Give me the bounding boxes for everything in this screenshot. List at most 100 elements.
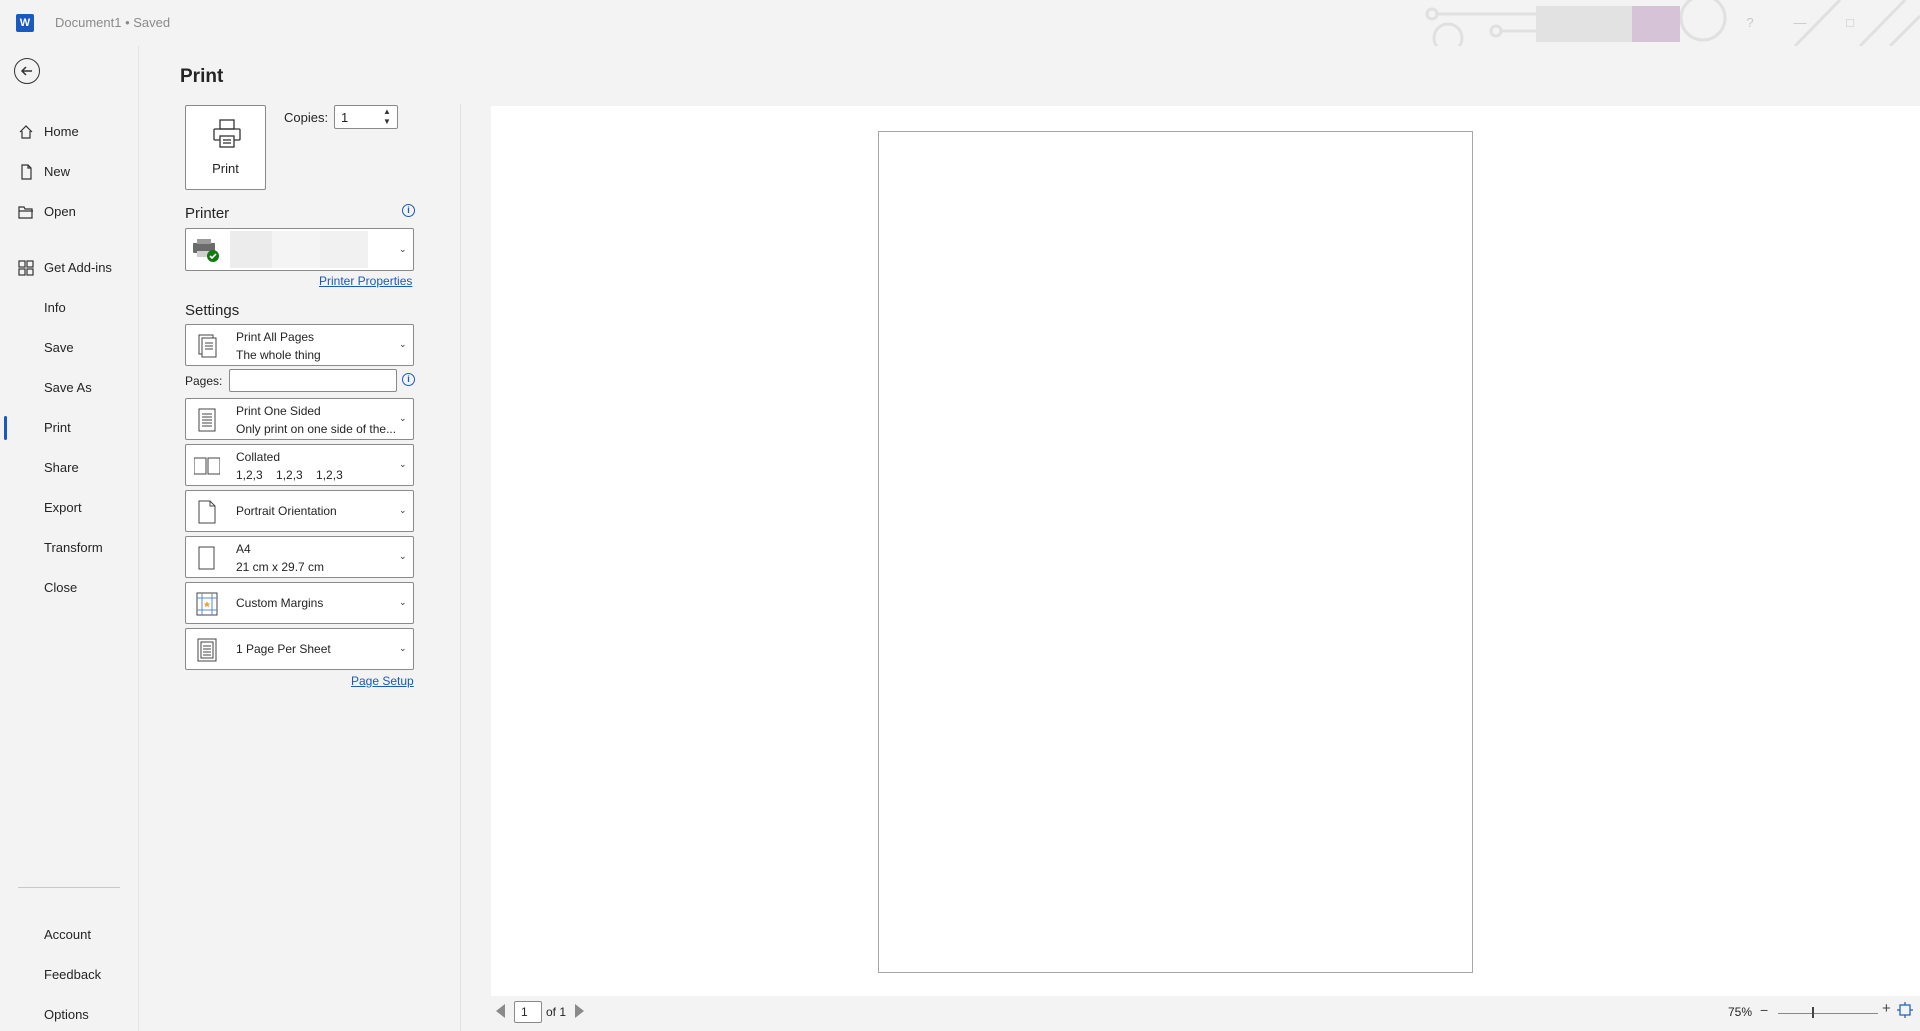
setting-title: Print All Pages	[236, 330, 315, 344]
nav-item-new[interactable]: New	[0, 152, 139, 192]
printer-name-placeholder	[272, 231, 320, 268]
copies-stepper[interactable]: 1 ▲ ▼	[334, 105, 398, 129]
nav-label: Home	[44, 124, 79, 139]
nav-label: Open	[44, 204, 76, 219]
setting-title: 1 Page Per Sheet	[236, 642, 331, 656]
sides-dropdown[interactable]: Print One Sided Only print on one side o…	[185, 398, 414, 440]
paper-size-dropdown[interactable]: A4 21 cm x 29.7 cm ⌄	[185, 536, 414, 578]
nav-item-open[interactable]: Open	[0, 192, 139, 232]
nav-label: Options	[44, 1007, 89, 1022]
chevron-down-icon[interactable]: ▼	[383, 117, 393, 127]
printer-icon	[213, 119, 241, 148]
setting-title: A4	[236, 542, 251, 556]
account-placeholder	[1536, 6, 1632, 42]
nav-label: Feedback	[44, 967, 102, 982]
settings-section-title: Settings	[185, 302, 240, 319]
nav-label: Share	[44, 460, 79, 475]
page-number-input[interactable]: 1	[514, 1001, 542, 1023]
orientation-dropdown[interactable]: Portrait Orientation ⌄	[185, 490, 414, 532]
chevron-down-icon: ⌄	[399, 505, 407, 515]
pages-per-sheet-dropdown[interactable]: 1 Page Per Sheet ⌄	[185, 628, 414, 670]
nav-label: Info	[44, 300, 66, 315]
avatar[interactable]	[1632, 6, 1680, 42]
printer-dropdown[interactable]: ⌄	[185, 228, 414, 271]
one-sided-icon	[198, 408, 216, 432]
nav-item-transform[interactable]: Transform	[0, 528, 139, 568]
info-icon[interactable]: i	[402, 204, 415, 217]
document-title: Document1 • Saved	[55, 15, 171, 30]
nav-label: Get Add-ins	[44, 260, 112, 275]
setting-subtitle: The whole thing	[236, 348, 321, 362]
zoom-level[interactable]: 75%	[1728, 1005, 1752, 1019]
folder-open-icon	[18, 206, 33, 219]
printer-ready-icon	[193, 239, 219, 262]
zoom-out-button[interactable]: −	[1760, 1002, 1768, 1018]
backstage-nav: Home New Open Get Add-ins Info Save Save…	[0, 46, 139, 1031]
chevron-down-icon: ⌄	[399, 551, 407, 561]
chevron-down-icon: ⌄	[399, 243, 407, 254]
printer-name-placeholder	[230, 231, 272, 268]
collated-icon	[194, 457, 220, 475]
nav-item-close[interactable]: Close	[0, 568, 139, 608]
nav-label: Transform	[44, 540, 103, 555]
printer-section-title: Printer	[185, 205, 230, 222]
zoom-to-page-icon[interactable]	[1897, 1002, 1913, 1018]
document-pages-icon	[198, 334, 217, 358]
zoom-in-button[interactable]: +	[1882, 1000, 1891, 1017]
page-setup-link[interactable]: Page Setup	[351, 674, 414, 688]
setting-subtitle: 1,2,3 1,2,3 1,2,3	[236, 468, 343, 482]
print-button[interactable]: Print	[185, 105, 266, 190]
help-button[interactable]: ?	[1735, 12, 1765, 34]
chevron-down-icon: ⌄	[399, 459, 407, 469]
previous-page-icon[interactable]	[496, 1004, 505, 1018]
nav-item-feedback[interactable]: Feedback	[0, 955, 139, 995]
minimize-button[interactable]: —	[1785, 12, 1815, 34]
copies-value: 1	[341, 110, 349, 125]
nav-label: Save As	[44, 380, 92, 395]
nav-label: Print	[44, 420, 71, 435]
nav-item-save-as[interactable]: Save As	[0, 368, 139, 408]
nav-item-info[interactable]: Info	[0, 288, 139, 328]
setting-title: Custom Margins	[236, 596, 324, 610]
copies-label: Copies:	[284, 110, 329, 125]
nav-item-account[interactable]: Account	[0, 915, 139, 955]
nav-item-home[interactable]: Home	[0, 112, 139, 152]
margins-dropdown[interactable]: Custom Margins ⌄	[185, 582, 414, 624]
word-app-icon: W	[16, 14, 34, 32]
chevron-down-icon: ⌄	[399, 643, 407, 653]
chevron-down-icon: ⌄	[399, 413, 407, 423]
print-preview	[491, 106, 1920, 996]
chevron-down-icon: ⌄	[399, 339, 407, 349]
margins-icon	[196, 592, 218, 616]
nav-label: New	[44, 164, 71, 179]
printer-properties-link[interactable]: Printer Properties	[319, 274, 412, 288]
nav-label: Close	[44, 580, 78, 595]
arrow-left-icon	[20, 66, 32, 76]
collation-dropdown[interactable]: Collated 1,2,3 1,2,3 1,2,3 ⌄	[185, 444, 414, 486]
info-icon[interactable]: i	[402, 373, 415, 386]
grid-icon	[18, 260, 34, 276]
nav-item-export[interactable]: Export	[0, 488, 139, 528]
print-pane: Print Print Copies: 1 ▲ ▼ Printer i ⌄ Pr…	[140, 46, 1920, 1031]
nav-label: Export	[44, 500, 82, 515]
nav-label: Account	[44, 927, 91, 942]
title-bar: W Document1 • Saved ? — □	[0, 0, 1920, 46]
restore-button[interactable]: □	[1835, 12, 1865, 34]
back-button[interactable]	[14, 58, 40, 84]
chevron-up-icon[interactable]: ▲	[383, 107, 393, 117]
nav-item-options[interactable]: Options	[0, 995, 139, 1031]
nav-item-save[interactable]: Save	[0, 328, 139, 368]
zoom-slider-thumb[interactable]	[1812, 1007, 1814, 1018]
nav-divider	[18, 887, 120, 888]
zoom-slider[interactable]	[1778, 1013, 1878, 1014]
pages-per-sheet-icon	[197, 638, 217, 662]
next-page-icon[interactable]	[575, 1004, 584, 1018]
nav-item-print[interactable]: Print	[0, 408, 139, 448]
print-range-dropdown[interactable]: Print All Pages The whole thing ⌄	[185, 324, 414, 366]
setting-subtitle: Only print on one side of the...	[236, 422, 396, 436]
portrait-icon	[198, 500, 216, 524]
chevron-down-icon: ⌄	[399, 597, 407, 607]
nav-item-share[interactable]: Share	[0, 448, 139, 488]
pages-input[interactable]	[229, 369, 397, 392]
nav-item-get-add-ins[interactable]: Get Add-ins	[0, 248, 139, 288]
